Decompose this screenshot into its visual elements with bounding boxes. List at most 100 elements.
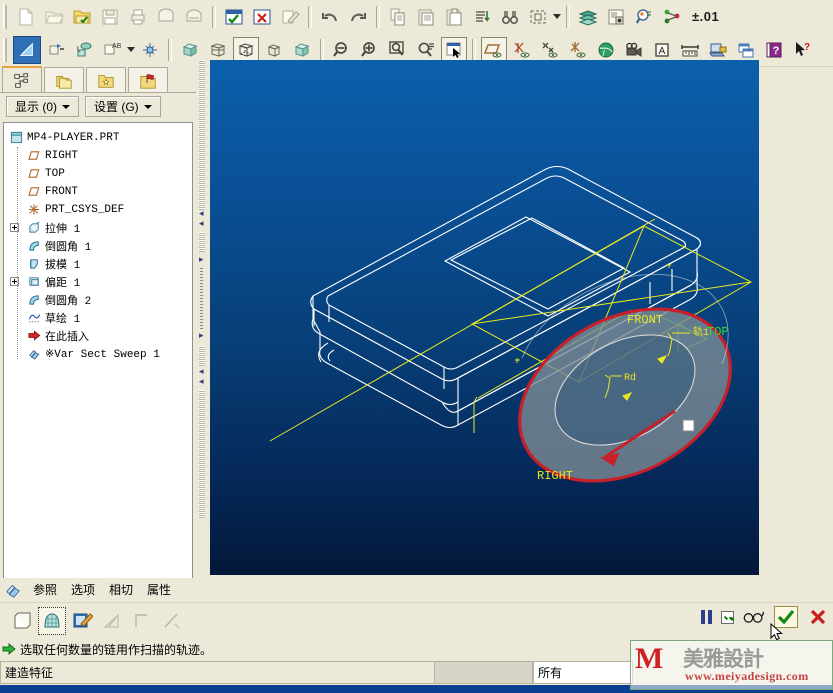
splitter-collapse-arrow[interactable]: ◂ — [199, 210, 204, 219]
select-dropdown-caret[interactable] — [552, 4, 562, 30]
surface-button[interactable] — [38, 607, 66, 635]
preview-checkbox[interactable] — [721, 610, 734, 624]
pause-button[interactable] — [701, 610, 712, 624]
model-tree[interactable]: MP4-PLAYER.PRT RIGHT TOP FRONT PRT_CSYS_DEF 拉… — [3, 122, 193, 597]
save-view-icon[interactable] — [705, 37, 731, 63]
save-icon[interactable] — [97, 4, 123, 30]
select-items-icon[interactable] — [525, 4, 551, 30]
zoom-out-icon[interactable] — [329, 37, 355, 63]
model-tree-item[interactable]: 草绘 1 — [4, 309, 192, 326]
status-left-cell: 建造特征 — [0, 661, 434, 684]
solid-button[interactable] — [8, 607, 36, 635]
print-icon[interactable] — [125, 4, 151, 30]
paste-icon[interactable] — [413, 4, 439, 30]
point-display-icon[interactable] — [537, 37, 563, 63]
extrude-icon — [26, 219, 43, 236]
wireframe-icon[interactable] — [261, 37, 287, 63]
web-browser-icon[interactable] — [593, 37, 619, 63]
regenerate-model-icon[interactable] — [469, 4, 495, 30]
refit-icon[interactable] — [71, 37, 97, 63]
model-tree-item-label: 草绘 1 — [45, 313, 81, 326]
animation-camera-icon[interactable] — [621, 37, 647, 63]
folder-browser-tab[interactable] — [44, 67, 84, 93]
model-tree-item[interactable]: 倒圆角 1 — [4, 237, 192, 254]
csys-display-icon[interactable] — [565, 37, 591, 63]
status-progress-cell — [434, 661, 533, 684]
view-manager-icon[interactable] — [137, 37, 163, 63]
splitter-collapse-arrow-3[interactable]: ◂ — [199, 368, 204, 377]
delete-icon[interactable] — [249, 4, 275, 30]
settings-menu-button[interactable]: 设置 (G) — [85, 96, 161, 117]
context-help-icon[interactable]: ? — [789, 37, 815, 63]
glasses-icon[interactable] — [743, 610, 765, 624]
plane-display-icon[interactable] — [481, 36, 507, 63]
relations-icon[interactable] — [659, 4, 685, 30]
model-tree-item-label: FRONT — [45, 185, 79, 198]
color-magnifier-icon[interactable] — [631, 4, 657, 30]
splitter-expand-arrow-2[interactable]: ▸ — [199, 332, 204, 341]
send-mail-icon[interactable] — [153, 4, 179, 30]
sketch-tool-icon[interactable] — [277, 4, 303, 30]
zoom-fit-icon[interactable] — [413, 37, 439, 63]
references-tab[interactable]: 参照 — [26, 579, 64, 601]
no-hidden-icon[interactable] — [205, 37, 231, 63]
panel-splitter[interactable]: ◂ ◂ ▸ ▸ ◂ ◂ — [196, 60, 210, 600]
shaded-with-edges-icon[interactable] — [289, 37, 315, 63]
datum-display-icon[interactable] — [43, 37, 69, 63]
spin-center-icon[interactable] — [13, 35, 41, 64]
repaint-icon[interactable] — [441, 36, 467, 63]
model-tree-item[interactable]: TOP — [4, 165, 192, 182]
undo-icon[interactable] — [317, 4, 343, 30]
paste-special-icon[interactable] — [441, 4, 467, 30]
appearance-gallery-icon[interactable] — [603, 4, 629, 30]
zoom-window-icon[interactable] — [385, 37, 411, 63]
splitter-expand-arrow[interactable]: ▸ — [199, 256, 204, 265]
show-menu-button[interactable]: 显示 (0) — [6, 96, 80, 117]
dashboard-tabs: 参照 选项 相切 属性 — [0, 578, 833, 602]
favorites-tab[interactable] — [86, 67, 126, 93]
options-tab[interactable]: 选项 — [64, 579, 102, 601]
cancel-button[interactable] — [807, 606, 829, 628]
edit-section-button[interactable] — [68, 607, 96, 635]
annotation-icon[interactable]: AB — [99, 37, 125, 63]
regenerate-icon[interactable] — [221, 4, 247, 30]
set-working-directory-icon[interactable] — [69, 4, 95, 30]
graphics-viewport[interactable]: FRONT 轨1 Rd RIGHT TOP TOP — [210, 60, 759, 575]
axis-display-icon[interactable] — [509, 37, 535, 63]
model-tree-root[interactable]: MP4-PLAYER.PRT — [4, 129, 192, 146]
hidden-line-icon[interactable] — [233, 36, 259, 63]
help-book-icon[interactable]: ? — [761, 37, 787, 63]
model-tree-item[interactable]: 偏距 1 — [4, 273, 192, 290]
annotate-a-icon[interactable]: A — [649, 37, 675, 63]
model-tree-item[interactable]: 拔模 1 — [4, 255, 192, 272]
model-tree-item[interactable]: PRT_CSYS_DEF — [4, 201, 192, 218]
toolbar-grip[interactable] — [3, 4, 10, 29]
open-file-icon[interactable] — [41, 4, 67, 30]
model-tree-item[interactable]: 倒圆角 2 — [4, 291, 192, 308]
layers-icon[interactable] — [575, 4, 601, 30]
splitter-collapse-arrow-4[interactable]: ◂ — [199, 378, 204, 387]
model-tree-item[interactable]: FRONT — [4, 183, 192, 200]
model-tree-item[interactable]: ※Var Sect Sweep 1 — [4, 345, 192, 362]
annotation-caret[interactable] — [126, 37, 136, 63]
find-icon[interactable] — [497, 4, 523, 30]
view-toolbar-grip[interactable] — [3, 37, 10, 62]
folder-flag-icon — [140, 73, 156, 89]
model-tree-item[interactable]: 拉伸 1 — [4, 219, 192, 236]
send-link-icon[interactable] — [181, 4, 207, 30]
properties-tab[interactable]: 属性 — [140, 579, 178, 601]
splitter-collapse-arrow-2[interactable]: ◂ — [199, 220, 204, 229]
model-tree-item[interactable]: 在此插入 — [4, 327, 192, 344]
tangency-tab[interactable]: 相切 — [102, 579, 140, 601]
new-file-icon[interactable] — [13, 4, 39, 30]
shading-icon[interactable] — [177, 37, 203, 63]
model-tree-item[interactable]: RIGHT — [4, 147, 192, 164]
connections-tab[interactable] — [128, 67, 168, 93]
selection-filter-dropdown[interactable]: 所有 — [533, 661, 633, 684]
redo-icon[interactable] — [345, 4, 371, 30]
zoom-in-icon[interactable] — [357, 37, 383, 63]
measure-icon[interactable] — [677, 37, 703, 63]
window-icon[interactable] — [733, 37, 759, 63]
model-tree-tab[interactable] — [2, 66, 42, 93]
copy-icon[interactable] — [385, 4, 411, 30]
